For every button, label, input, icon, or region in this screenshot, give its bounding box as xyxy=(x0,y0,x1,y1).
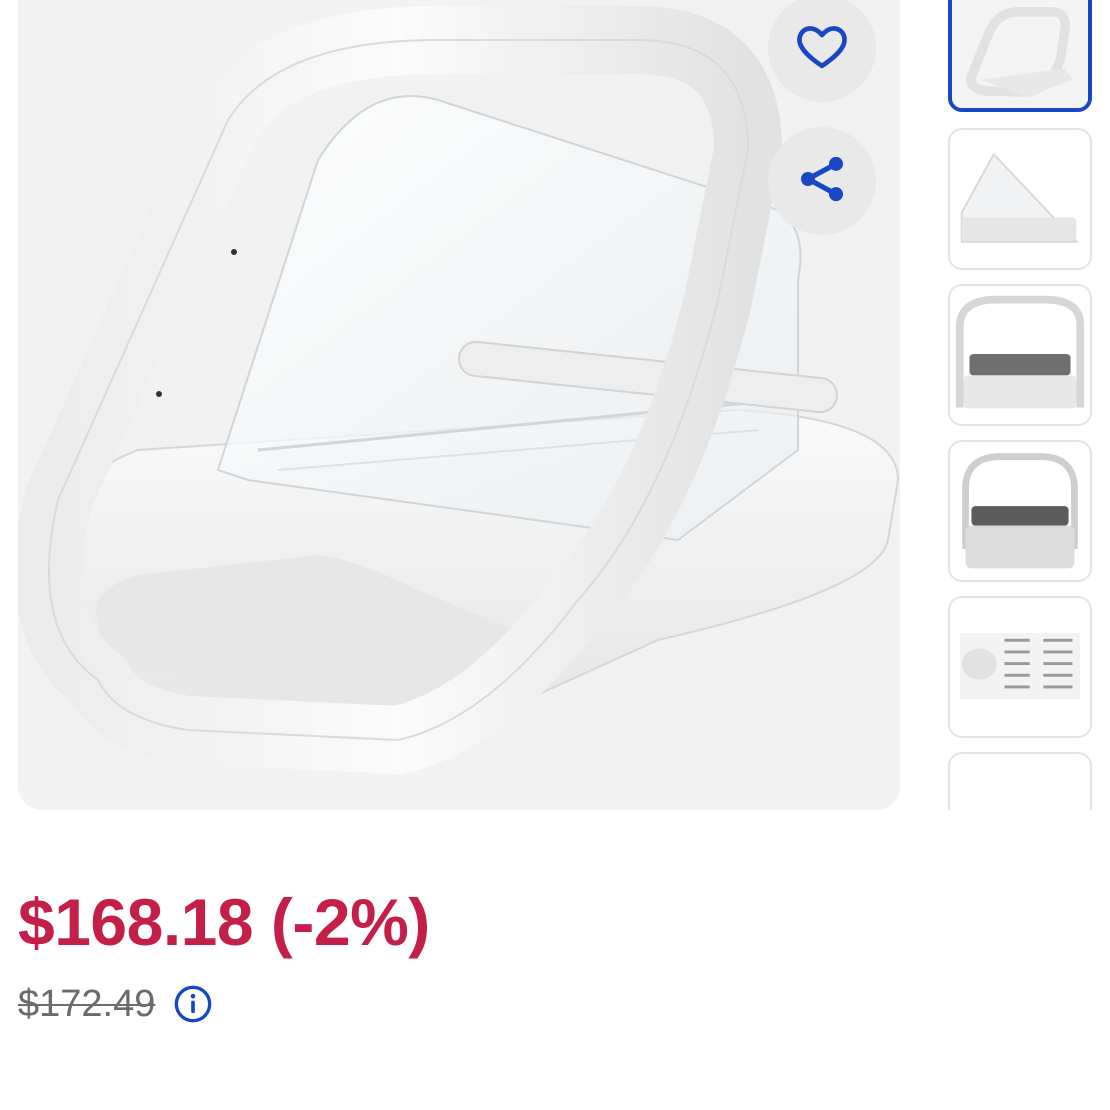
thumbnail-4[interactable] xyxy=(948,440,1092,582)
feeder-front-bowl-thumbnail xyxy=(950,442,1090,580)
current-price: $168.18 (-2%) xyxy=(18,885,430,959)
share-icon xyxy=(794,151,850,212)
heart-outline-icon xyxy=(794,18,850,79)
share-button[interactable] xyxy=(768,127,876,235)
original-price-row: $172.49 xyxy=(18,980,213,1028)
feeder-front-open-thumbnail xyxy=(950,286,1090,424)
feeder-front-thumbnail xyxy=(952,0,1088,108)
thumbnail-1[interactable] xyxy=(948,0,1092,112)
original-price: $172.49 xyxy=(18,982,156,1025)
feeder-side-thumbnail xyxy=(950,130,1090,268)
thumbnail-list[interactable] xyxy=(948,0,1092,810)
thumbnail-3[interactable] xyxy=(948,284,1092,426)
thumbnail-6[interactable] xyxy=(948,752,1092,810)
product-detail-page: $168.18 (-2%) $172.49 xyxy=(0,0,1110,1110)
thumbnail-2[interactable] xyxy=(948,128,1092,270)
feeder-instructions-thumbnail xyxy=(950,598,1090,736)
info-circle-icon[interactable] xyxy=(173,984,213,1024)
pet-feeder-image xyxy=(18,6,900,774)
feeder-thumbnail-partial xyxy=(950,754,1090,810)
product-main-image[interactable] xyxy=(18,0,900,810)
thumbnail-5[interactable] xyxy=(948,596,1092,738)
